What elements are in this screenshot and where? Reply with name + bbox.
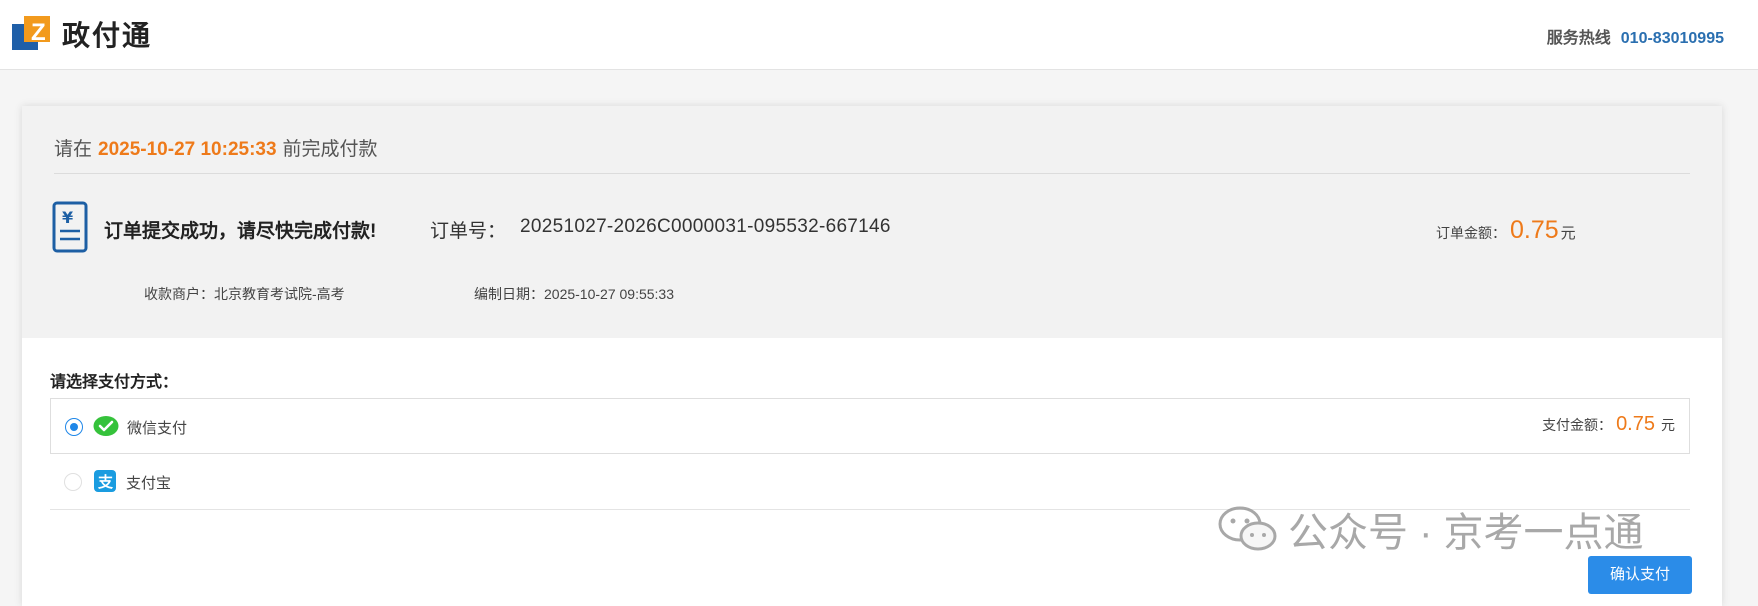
order-number-label: 订单号：: [430, 221, 507, 242]
divider: [54, 173, 1690, 174]
svg-text:¥: ¥: [62, 208, 73, 227]
svg-text:Z: Z: [31, 19, 46, 46]
logo-icon: Z: [12, 16, 50, 50]
order-number: 20251027-2026C0000031-095532-667146: [520, 216, 891, 237]
payment-method-title: 请选择支付方式：: [50, 374, 179, 391]
watermark: 公众号 · 京考一点通: [1218, 500, 1644, 558]
watermark-text: 公众号 · 京考一点通: [1288, 511, 1644, 555]
pay-amount: 支付金额： 0.75 元: [1542, 413, 1675, 436]
payment-option-wechat[interactable]: 微信支付 支付金额： 0.75 元: [50, 398, 1690, 454]
created-label: 编制日期：: [474, 286, 544, 302]
wechat-pay-label: 微信支付: [127, 420, 188, 437]
alipay-icon: 支: [94, 470, 116, 492]
order-amount: 订单金额： 0.75 元: [1436, 216, 1576, 245]
top-bar: Z 政付通 服务热线 010-83010995: [0, 0, 1758, 70]
order-success-message: 订单提交成功，请尽快完成付款!: [104, 221, 377, 242]
order-amount-value: 0.75: [1510, 216, 1559, 244]
wechat-radio[interactable]: [65, 418, 83, 436]
created-value: 2025-10-27 09:55:33: [544, 286, 674, 302]
created-date: 编制日期：2025-10-27 09:55:33: [474, 284, 674, 304]
merchant-label: 收款商户：: [144, 286, 214, 302]
pay-amount-unit: 元: [1661, 417, 1675, 433]
deadline-suffix: 前完成付款: [282, 139, 378, 160]
brand-name: 政付通: [62, 20, 153, 51]
merchant-name: 北京教育考试院-高考: [214, 286, 345, 302]
pay-amount-label: 支付金额：: [1542, 417, 1613, 433]
wechat-watermark-icon: [1218, 506, 1277, 551]
wechat-pay-icon: [93, 416, 119, 436]
payment-deadline: 请在 2025-10-27 10:25:33 前完成付款: [54, 134, 378, 161]
pay-amount-value: 0.75: [1616, 413, 1655, 435]
alipay-label: 支付宝: [126, 475, 172, 492]
order-summary: 请在 2025-10-27 10:25:33 前完成付款 ¥ 订单提交成功，请尽快完…: [22, 106, 1722, 338]
order-amount-unit: 元: [1560, 225, 1576, 242]
confirm-payment-button[interactable]: 确认支付: [1588, 556, 1692, 594]
deadline-prefix: 请在: [54, 139, 93, 160]
logo[interactable]: Z 政付通: [12, 14, 152, 54]
bill-icon: ¥: [52, 201, 88, 253]
service-hotline: 服务热线 010-83010995: [1547, 24, 1724, 48]
order-amount-label: 订单金额：: [1436, 225, 1506, 241]
hotline-number: 010-83010995: [1620, 30, 1724, 47]
alipay-radio[interactable]: [64, 473, 82, 491]
svg-text:支: 支: [97, 473, 114, 491]
deadline-time: 2025-10-27 10:25:33: [98, 139, 277, 160]
hotline-label: 服务热线: [1546, 30, 1611, 47]
merchant-info: 收款商户：北京教育考试院-高考: [144, 284, 345, 304]
